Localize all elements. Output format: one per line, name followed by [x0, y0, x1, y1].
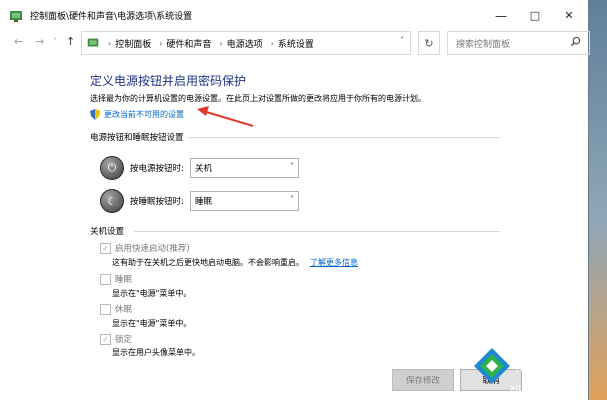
chevron-right-icon: › [108, 38, 112, 48]
power-button-row: ⏻ 按电源按钮时: 关机 ˅ [100, 156, 299, 180]
control-panel-small-icon [87, 38, 99, 47]
control-panel-icon [10, 10, 22, 22]
sleep-button-row: ☾ 按睡眠按钮时: 睡眠 ˅ [100, 189, 299, 213]
power-button-label: 按电源按钮时: [130, 164, 184, 174]
shutdown-section-title: 关机设置 [90, 227, 125, 237]
page-description: 选择最为你的计算机设置的电源设置。在此页上对设置所做的更改将应用于你所有的电源计… [90, 94, 426, 103]
breadcrumb-control-panel[interactable]: 控制面板 [115, 37, 151, 50]
navigation-bar: ← → ˅ ↑ › 控制面板 › 硬件和声音 › 电源选项 › 系统设置 ˅ ↻… [0, 31, 590, 55]
section-divider [134, 231, 500, 232]
power-buttons-section-title: 电源按钮和睡眠按钮设置 [90, 133, 184, 143]
watermark-url: xitongcheng.com [510, 384, 588, 394]
hibernate-checkbox-row[interactable]: 休眠 [100, 303, 132, 315]
breadcrumb-system-settings[interactable]: 系统设置 [278, 37, 314, 50]
close-button[interactable]: ✕ [552, 0, 586, 31]
sleep-checkbox[interactable] [100, 273, 111, 285]
lock-checkbox[interactable]: ✓ [100, 333, 111, 345]
chevron-right-icon[interactable]: › [219, 39, 222, 48]
sleep-option-label: 睡眠 [115, 275, 133, 285]
search-input[interactable]: 搜索控制面板 [447, 31, 590, 55]
learn-more-link[interactable]: 了解更多信息 [310, 258, 358, 267]
hibernate-option-label: 休眠 [115, 305, 133, 315]
fast-startup-checkbox[interactable]: ✓ [100, 242, 111, 254]
chevron-right-icon[interactable]: › [159, 39, 162, 48]
change-unavailable-settings-link[interactable]: 更改当前不可用的设置 [90, 109, 184, 120]
recent-dropdown-icon[interactable]: ˅ [53, 37, 57, 46]
watermark-logo-icon [474, 348, 510, 384]
fast-startup-description: 这有助于在关机之后更快地启动电脑。不会影响重启。 了解更多信息 [112, 257, 358, 268]
minimize-button[interactable]: — [484, 0, 518, 31]
address-dropdown-icon[interactable]: ˅ [400, 36, 404, 45]
hibernate-checkbox[interactable] [100, 303, 111, 315]
uac-shield-icon [90, 109, 100, 120]
sleep-icon: ☾ [100, 189, 124, 213]
annotation-arrow-icon [197, 106, 254, 127]
address-bar[interactable]: › 控制面板 › 硬件和声音 › 电源选项 › 系统设置 ˅ [81, 31, 411, 55]
hibernate-option-description: 显示在"电源"菜单中。 [112, 319, 192, 328]
watermark: 系统城 xitongcheng.com [470, 340, 607, 400]
refresh-button[interactable]: ↻ [418, 31, 440, 55]
sleep-button-label: 按睡眠按钮时: [130, 197, 184, 207]
window-title: 控制面板\硬件和声音\电源选项\系统设置 [30, 12, 193, 22]
forward-arrow-icon[interactable]: → [35, 35, 44, 48]
fast-startup-checkbox-row[interactable]: ✓ 启用快速启动(推荐) [100, 242, 190, 254]
sleep-button-action-value: 睡眠 [195, 197, 213, 207]
power-icon: ⏻ [100, 156, 124, 180]
power-button-action-value: 关机 [195, 164, 213, 174]
section-divider [188, 137, 500, 138]
breadcrumb-hardware-sound[interactable]: 硬件和声音 [166, 37, 211, 50]
search-placeholder: 搜索控制面板 [456, 39, 511, 50]
change-settings-label[interactable]: 更改当前不可用的设置 [104, 109, 184, 120]
sleep-checkbox-row[interactable]: 睡眠 [100, 273, 132, 285]
chevron-down-icon: ˅ [290, 195, 294, 204]
back-arrow-icon[interactable]: ← [14, 35, 23, 48]
up-arrow-icon[interactable]: ↑ [66, 35, 75, 48]
breadcrumb-power-options[interactable]: 电源选项 [227, 37, 263, 50]
lock-option-description: 显示在用户头像菜单中。 [112, 348, 200, 357]
maximize-button[interactable]: □ [518, 0, 552, 31]
chevron-right-icon[interactable]: › [271, 39, 274, 48]
fast-startup-label: 启用快速启动(推荐) [115, 244, 190, 254]
fast-startup-desc-text: 这有助于在关机之后更快地启动电脑。不会影响重启。 [112, 258, 304, 267]
sleep-option-description: 显示在"电源"菜单中。 [112, 289, 192, 298]
lock-option-label: 锁定 [115, 335, 133, 345]
page-title: 定义电源按钮并启用密码保护 [90, 74, 247, 88]
search-icon [570, 36, 581, 47]
refresh-icon: ↻ [424, 36, 434, 50]
chevron-down-icon: ˅ [290, 162, 294, 171]
sleep-button-action-select[interactable]: 睡眠 ˅ [190, 191, 299, 211]
lock-checkbox-row[interactable]: ✓ 锁定 [100, 333, 132, 345]
watermark-brand: 系统城 [514, 350, 581, 375]
save-changes-button[interactable]: 保存修改 [392, 369, 454, 391]
power-button-action-select[interactable]: 关机 ˅ [190, 158, 299, 178]
